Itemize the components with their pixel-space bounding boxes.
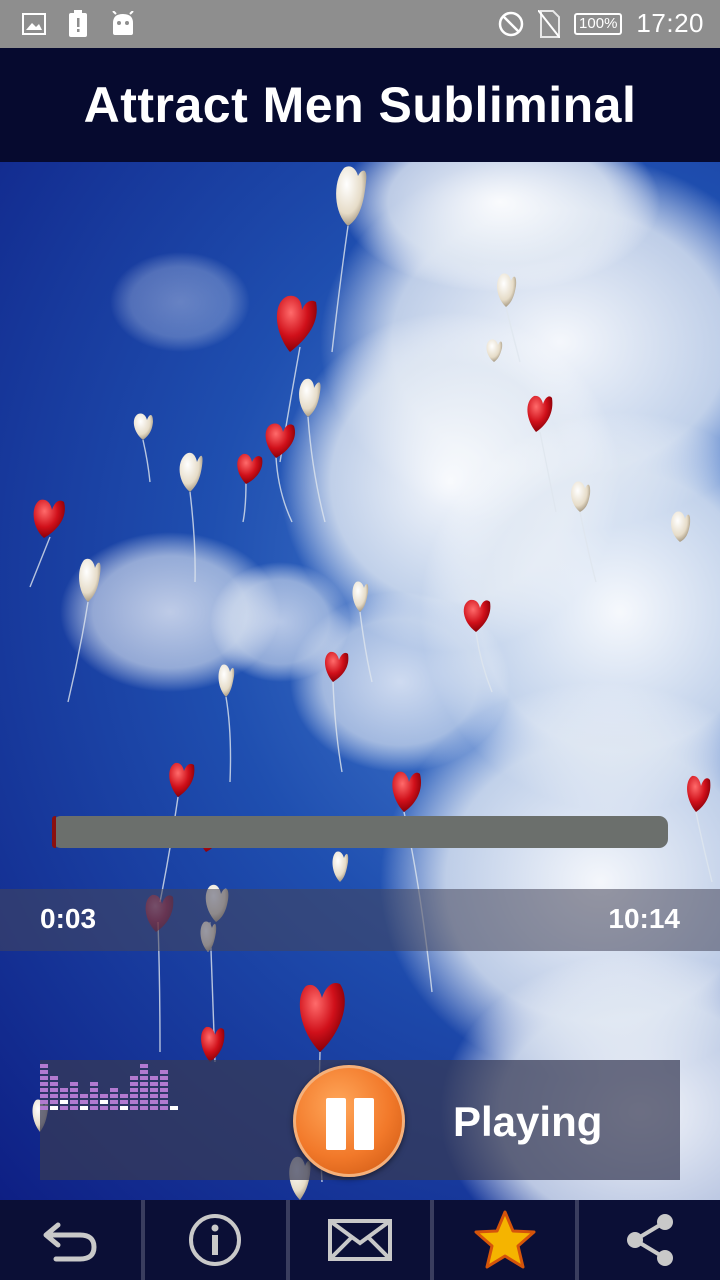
time-strip: 0:03 10:14 xyxy=(0,889,720,951)
title-bar: Attract Men Subliminal xyxy=(0,48,720,162)
app-title: Attract Men Subliminal xyxy=(83,77,637,133)
seek-progress xyxy=(52,816,56,848)
player-controls: Playing xyxy=(40,1060,680,1180)
total-duration: 10:14 xyxy=(608,903,680,934)
mail-icon xyxy=(327,1219,392,1261)
no-sim-icon xyxy=(538,9,561,38)
playback-status: Playing xyxy=(453,1098,603,1145)
battery-level: 100% xyxy=(574,12,623,35)
seek-bar[interactable] xyxy=(52,816,668,848)
email-button[interactable] xyxy=(290,1200,435,1280)
status-bar: 100% 17:20 xyxy=(0,0,720,48)
share-icon xyxy=(626,1214,673,1266)
equalizer-icon xyxy=(40,1064,178,1110)
pause-button[interactable] xyxy=(293,1065,405,1177)
share-button[interactable] xyxy=(579,1200,720,1280)
info-button[interactable] xyxy=(145,1200,290,1280)
android-icon xyxy=(112,11,134,35)
sky-balloons-illustration xyxy=(29,162,720,1200)
pause-icon xyxy=(354,1098,374,1150)
clock: 17:20 xyxy=(636,8,704,38)
rate-button[interactable] xyxy=(434,1200,580,1280)
battery-alert-icon xyxy=(69,10,87,37)
do-not-disturb-icon xyxy=(498,11,524,36)
info-icon xyxy=(189,1214,242,1266)
background-image: 0:03 10:14 Playing xyxy=(0,162,720,1200)
back-arrow-icon xyxy=(43,1222,97,1262)
gallery-icon xyxy=(22,13,46,35)
elapsed-time: 0:03 xyxy=(40,903,97,934)
pause-icon xyxy=(326,1098,346,1150)
star-icon xyxy=(474,1210,536,1269)
bottom-nav xyxy=(0,1200,720,1280)
back-button[interactable] xyxy=(0,1200,145,1280)
